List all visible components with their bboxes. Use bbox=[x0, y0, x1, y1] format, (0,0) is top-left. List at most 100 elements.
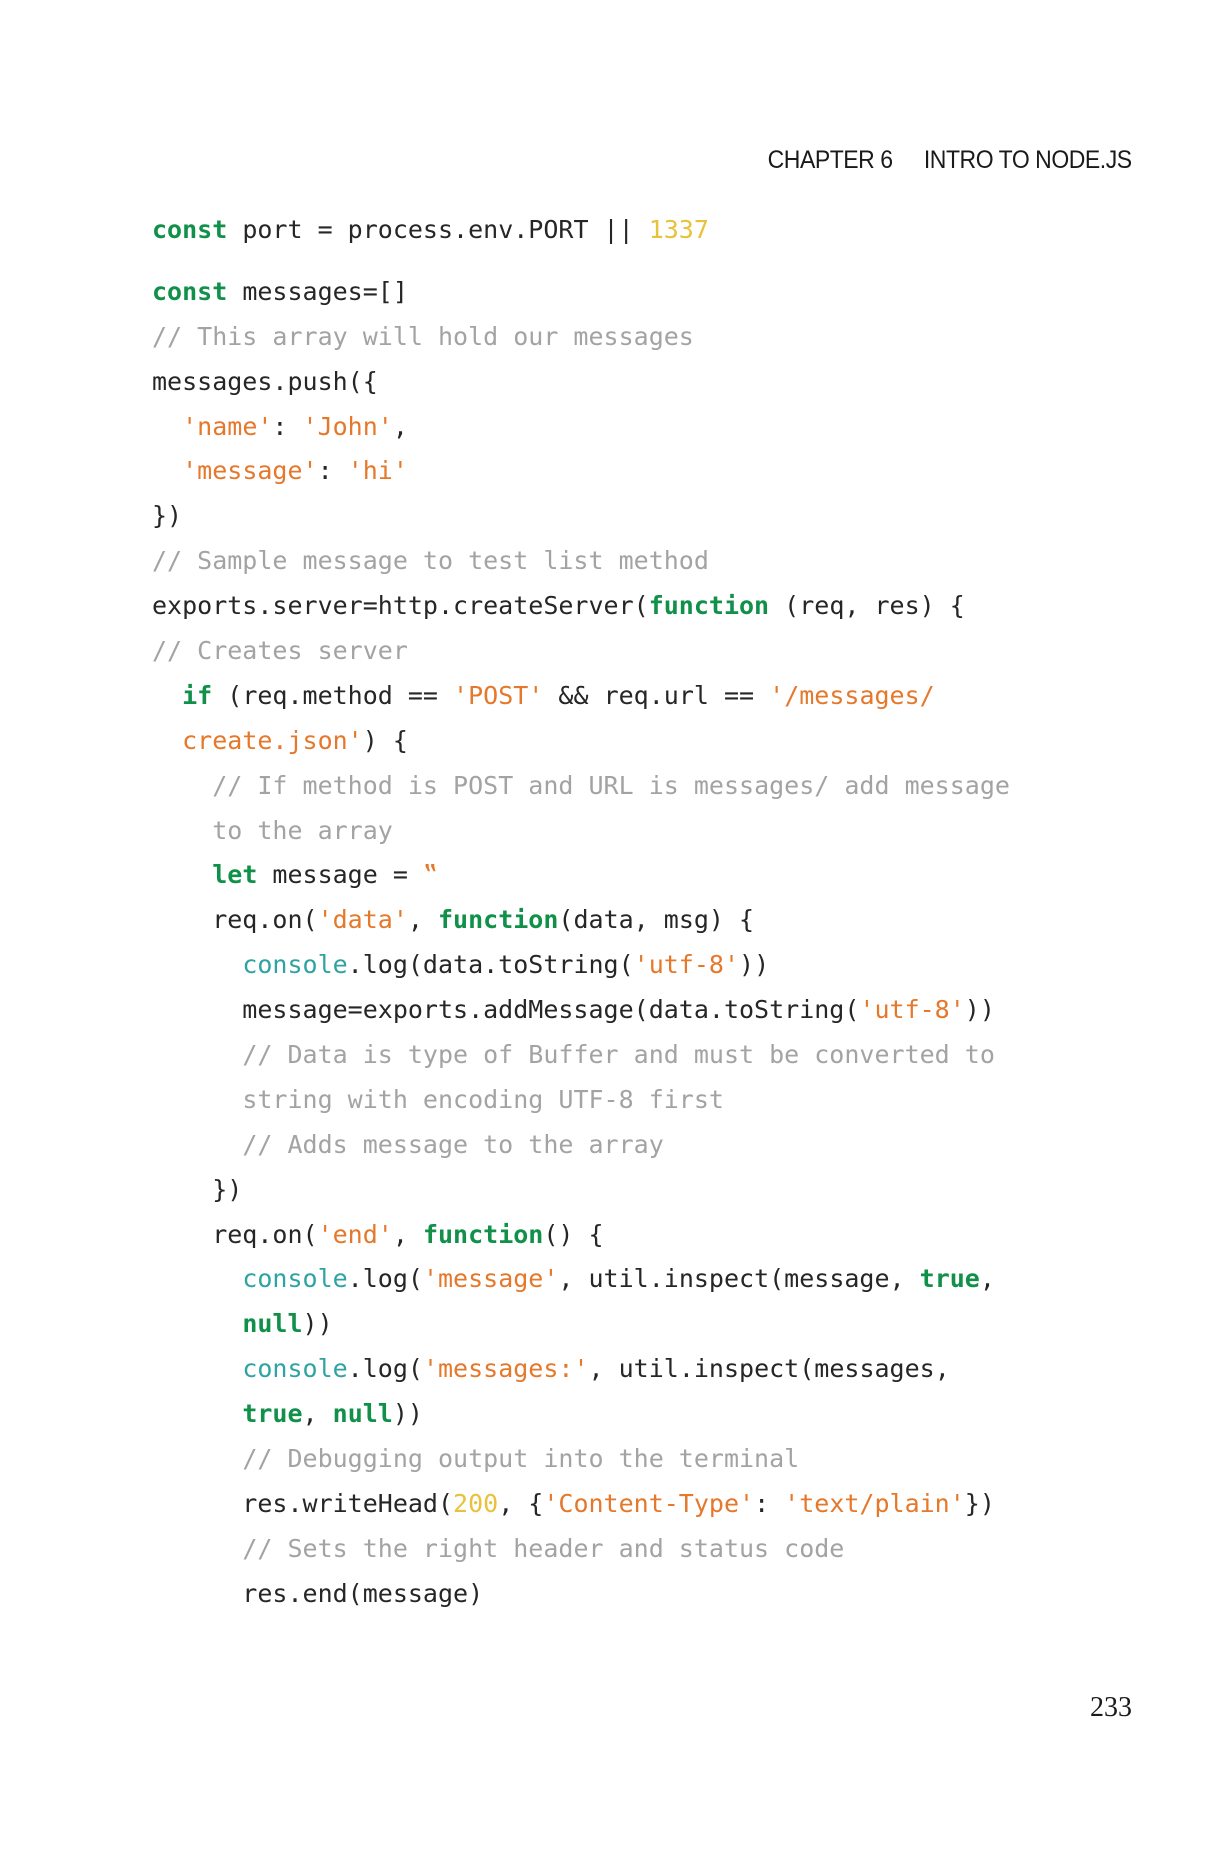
code-line: // Sample message to test list method bbox=[152, 539, 1152, 584]
code-token: : bbox=[754, 1488, 785, 1518]
code-token: // Sets the right header and status code bbox=[242, 1533, 845, 1563]
code-line: console.log(data.toString('utf-8')) bbox=[152, 943, 1152, 988]
code-token: res.writeHead( bbox=[152, 1488, 454, 1518]
code-token: )) bbox=[392, 1399, 423, 1429]
code-token: true bbox=[919, 1264, 980, 1294]
code-token: }) bbox=[152, 1174, 243, 1204]
code-token: // Data is type of Buffer and must be co… bbox=[242, 1040, 995, 1070]
code-line: // Data is type of Buffer and must be co… bbox=[152, 1033, 1152, 1078]
code-token: 200 bbox=[453, 1488, 499, 1518]
code-token: function bbox=[438, 905, 559, 935]
code-token: // Sample message to test list method bbox=[152, 546, 709, 576]
code-token: , bbox=[407, 905, 438, 935]
page-number: 233 bbox=[1090, 1692, 1132, 1723]
code-token: : bbox=[272, 411, 303, 441]
code-token: , { bbox=[498, 1488, 544, 1518]
code-token: 'message' bbox=[182, 456, 318, 486]
code-token: , bbox=[979, 1264, 995, 1294]
code-token: // Adds message to the array bbox=[242, 1129, 664, 1159]
code-token: () { bbox=[543, 1219, 604, 1249]
code-token: let bbox=[212, 860, 258, 890]
running-header: CHAPTER 6 INTRO TO NODE.JS bbox=[768, 146, 1132, 175]
code-token: : bbox=[317, 456, 348, 486]
code-token: if bbox=[182, 680, 213, 710]
code-token: messages.push({ bbox=[152, 366, 378, 396]
code-token: 'data' bbox=[317, 905, 408, 935]
code-line: message=exports.addMessage(data.toString… bbox=[152, 988, 1152, 1033]
code-token: 1337 bbox=[648, 215, 709, 244]
code-line: const port = process.env.PORT || 1337 bbox=[152, 208, 1152, 253]
code-line: let message = ‟ bbox=[152, 853, 1152, 898]
code-token: 'end' bbox=[317, 1219, 393, 1249]
code-token: messages=[] bbox=[227, 276, 408, 306]
code-token: function bbox=[648, 591, 770, 621]
code-token: (req.method == bbox=[212, 680, 454, 710]
code-token: to the array bbox=[212, 815, 393, 845]
code-line: }) bbox=[152, 494, 1152, 539]
code-token: .log(data.toString( bbox=[347, 950, 634, 980]
code-line: req.on('end', function() { bbox=[152, 1213, 1152, 1258]
code-line: exports.server=http.createServer(functio… bbox=[152, 584, 1152, 629]
code-token: .log( bbox=[347, 1264, 423, 1294]
code-token: 'text/plain' bbox=[784, 1488, 965, 1518]
code-line: // Creates server bbox=[152, 629, 1152, 674]
code-line: res.writeHead(200, {'Content-Type': 'tex… bbox=[152, 1482, 1152, 1527]
code-token: '/messages/ bbox=[769, 680, 935, 710]
code-token: (req, res) { bbox=[769, 591, 965, 621]
code-token: 'message' bbox=[422, 1264, 559, 1294]
code-token: const bbox=[152, 276, 228, 306]
code-line: // Debugging output into the terminal bbox=[152, 1437, 1152, 1482]
code-line: const messages=[] bbox=[152, 270, 1152, 315]
code-listing: const port = process.env.PORT || 1337 con… bbox=[152, 208, 1152, 1617]
code-token: , util.inspect(messages, bbox=[588, 1354, 950, 1384]
code-token: null bbox=[332, 1399, 393, 1429]
chapter-title: INTRO TO NODE.JS bbox=[924, 146, 1132, 174]
code-token: message=exports.addMessage(data.toString… bbox=[152, 995, 860, 1025]
code-token: req.on( bbox=[152, 1219, 318, 1249]
code-token: 'hi' bbox=[347, 456, 408, 486]
code-line: // If method is POST and URL is messages… bbox=[152, 764, 1152, 809]
code-token: , util.inspect(message, bbox=[558, 1264, 920, 1294]
code-line: 'message': 'hi' bbox=[152, 449, 1152, 494]
code-token: )) bbox=[964, 995, 995, 1025]
code-line: // Sets the right header and status code bbox=[152, 1527, 1152, 1572]
code-token: exports.server=http.createServer( bbox=[152, 591, 649, 621]
code-line: null)) bbox=[152, 1302, 1152, 1347]
code-line: string with encoding UTF-8 first bbox=[152, 1078, 1152, 1123]
code-token: function bbox=[422, 1219, 544, 1249]
code-line: true, null)) bbox=[152, 1392, 1152, 1437]
code-token: // This array will hold our messages bbox=[152, 321, 694, 351]
code-token: )) bbox=[739, 950, 770, 980]
code-token: , bbox=[392, 411, 408, 441]
code-line: 'name': 'John', bbox=[152, 405, 1152, 450]
code-token: 'Content-Type' bbox=[543, 1488, 755, 1518]
code-token: true bbox=[242, 1399, 303, 1429]
code-line: to the array bbox=[152, 809, 1152, 854]
code-line: req.on('data', function(data, msg) { bbox=[152, 898, 1152, 943]
code-token: // Creates server bbox=[152, 636, 408, 666]
code-token: message = bbox=[257, 860, 423, 890]
code-line: messages.push({ bbox=[152, 360, 1152, 405]
code-line: console.log('message', util.inspect(mess… bbox=[152, 1257, 1152, 1302]
code-token: req.on( bbox=[152, 905, 318, 935]
code-line: console.log('messages:', util.inspect(me… bbox=[152, 1347, 1152, 1392]
book-page: CHAPTER 6 INTRO TO NODE.JS const port = p… bbox=[0, 0, 1220, 1850]
chapter-label: CHAPTER 6 bbox=[768, 146, 893, 174]
code-token: ‟ bbox=[422, 860, 439, 890]
code-token: , bbox=[392, 1219, 423, 1249]
code-line: // Adds message to the array bbox=[152, 1123, 1152, 1168]
code-token: // If method is POST and URL is messages… bbox=[212, 770, 1010, 800]
